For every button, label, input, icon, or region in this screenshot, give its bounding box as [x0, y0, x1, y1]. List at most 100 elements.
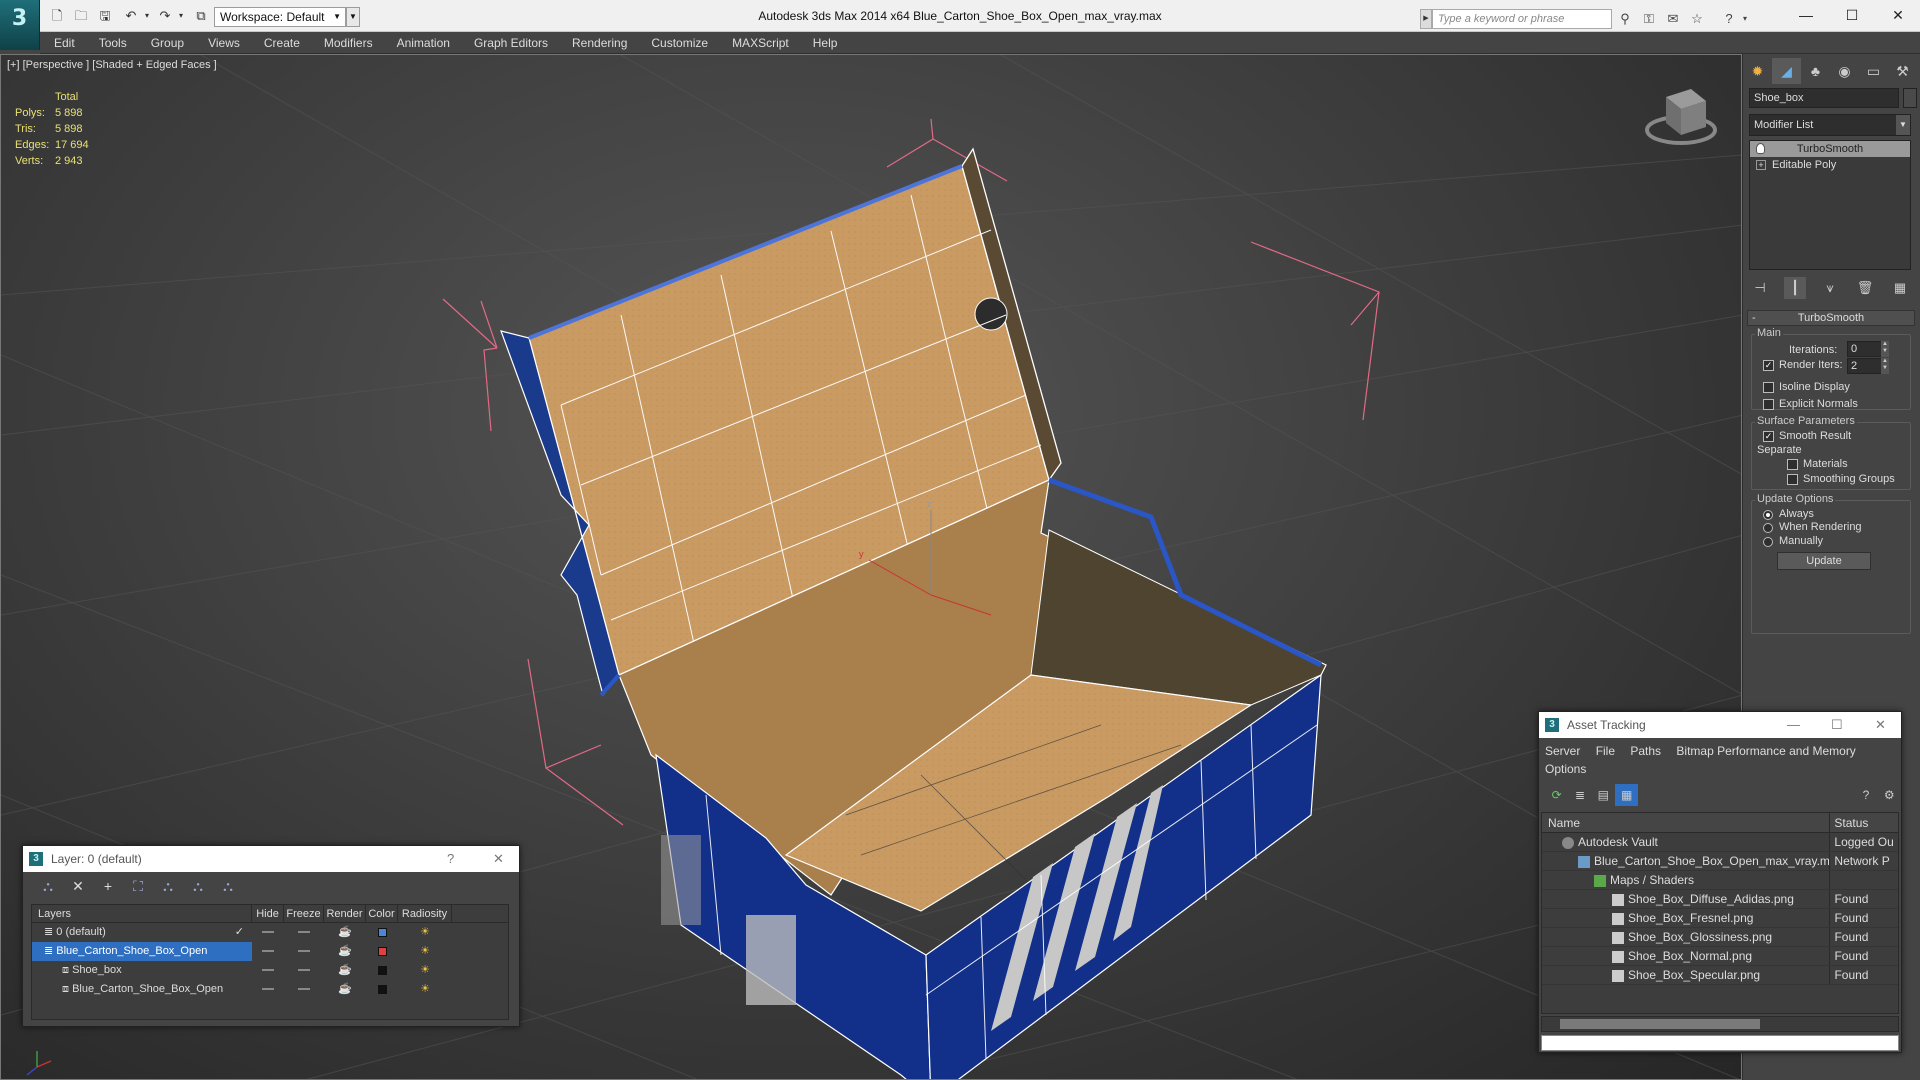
column-header[interactable]: Layers — [32, 905, 252, 922]
subscription-icon[interactable]: ⚿ — [1640, 11, 1658, 27]
modify-tab-icon[interactable]: ◢ — [1772, 58, 1801, 84]
turbosmooth-rollout-header[interactable]: - TurboSmooth — [1747, 310, 1915, 326]
render-iters-checkbox[interactable]: ✓ — [1763, 360, 1774, 371]
smooth-result-checkbox[interactable]: ✓ — [1763, 431, 1774, 442]
render-teapot-icon[interactable]: ☕ — [324, 942, 366, 961]
create-tab-icon[interactable]: ✹ — [1743, 58, 1772, 84]
asset-row[interactable]: Maps / Shaders — [1542, 871, 1898, 890]
minimize-icon[interactable]: — — [1787, 712, 1800, 738]
layer-color-swatch[interactable] — [377, 927, 387, 937]
maximize-button[interactable]: ☐ — [1832, 4, 1872, 26]
viewport-label[interactable]: [+] [Perspective ] [Shaded + Edged Faces… — [7, 59, 217, 71]
menu-animation[interactable]: Animation — [397, 36, 450, 50]
update-button[interactable]: Update — [1777, 552, 1871, 570]
table-view-icon[interactable]: ▦ — [1614, 784, 1639, 806]
radiosity-icon[interactable]: ☀ — [398, 923, 452, 942]
layer-dialog-titlebar[interactable]: 3 Layer: 0 (default) ? ✕ — [23, 846, 519, 872]
menu-file[interactable]: File — [1596, 744, 1615, 758]
hide-toggle[interactable] — [262, 988, 274, 991]
layer-row[interactable]: ⧈ Blue_Carton_Shoe_Box_Open ☕ ☀ — [32, 980, 508, 999]
asset-dialog-titlebar[interactable]: 3 Asset Tracking — ☐ ✕ — [1539, 712, 1901, 738]
asset-row[interactable]: Autodesk Vault Logged Ou — [1542, 833, 1898, 852]
spinner-arrows-icon[interactable]: ▲ ▼ — [1881, 341, 1889, 357]
help-dropdown-icon[interactable]: ▾ — [1736, 11, 1754, 27]
render-iters-spinner[interactable]: 2 ▲ ▼ — [1847, 358, 1889, 374]
settings-icon[interactable]: ⚙ — [1878, 784, 1901, 806]
freeze-toggle[interactable] — [298, 969, 310, 972]
remove-modifier-icon[interactable]: 🗑 — [1854, 277, 1876, 299]
show-end-result-icon[interactable]: ┃ — [1784, 277, 1806, 299]
menu-edit[interactable]: Edit — [54, 36, 75, 50]
asset-row[interactable]: Shoe_Box_Diffuse_Adidas.png Found — [1542, 890, 1898, 909]
object-name-field[interactable]: Shoe_box — [1749, 88, 1899, 108]
close-icon[interactable]: ✕ — [1875, 712, 1886, 738]
menu-create[interactable]: Create — [264, 36, 300, 50]
layer-select-objects-icon[interactable]: ⛶ — [123, 878, 153, 895]
scrollbar-thumb[interactable] — [1560, 1019, 1760, 1029]
column-header[interactable]: Freeze — [284, 905, 324, 922]
menu-modifiers[interactable]: Modifiers — [324, 36, 373, 50]
infocenter-expand-icon[interactable]: ▶ — [1420, 9, 1432, 29]
asset-row[interactable]: Blue_Carton_Shoe_Box_Open_max_vray.max Ne… — [1542, 852, 1898, 871]
column-header[interactable]: Color — [366, 905, 398, 922]
radiosity-icon[interactable]: ☀ — [398, 980, 452, 999]
stack-item-turbosmooth[interactable]: TurboSmooth — [1750, 141, 1910, 157]
menu-maxscript[interactable]: MAXScript — [732, 36, 789, 50]
freeze-toggle[interactable] — [298, 950, 310, 953]
menu-graph-editors[interactable]: Graph Editors — [474, 36, 548, 50]
column-header-name[interactable]: Name — [1542, 813, 1831, 832]
layer-color-swatch[interactable] — [377, 965, 387, 975]
layer-freeze-all-icon[interactable]: ⛬ — [213, 878, 243, 895]
modifier-list-dropdown[interactable]: Modifier List ▼ — [1749, 114, 1911, 136]
expand-plus-icon[interactable]: + — [1756, 160, 1766, 170]
menu-server[interactable]: Server — [1545, 744, 1580, 758]
stack-item-editable-poly[interactable]: + Editable Poly — [1750, 157, 1910, 173]
layer-color-swatch[interactable] — [377, 984, 387, 994]
render-teapot-icon[interactable]: ☕ — [324, 923, 366, 942]
column-header-status[interactable]: Status — [1830, 813, 1898, 832]
smoothing-groups-checkbox[interactable] — [1787, 474, 1798, 485]
menu-views[interactable]: Views — [208, 36, 240, 50]
refresh-icon[interactable]: ⟳ — [1545, 784, 1568, 806]
menu-help[interactable]: Help — [813, 36, 838, 50]
radiosity-icon[interactable]: ☀ — [398, 942, 452, 961]
layer-highlight-icon[interactable]: ⛬ — [153, 878, 183, 895]
help-button[interactable]: ? — [447, 846, 454, 872]
horizontal-scrollbar[interactable] — [1541, 1016, 1899, 1032]
asset-row[interactable]: Shoe_Box_Fresnel.png Found — [1542, 909, 1898, 928]
materials-checkbox[interactable] — [1787, 459, 1798, 470]
spinner-arrows-icon[interactable]: ▲ ▼ — [1881, 358, 1889, 374]
layer-color-swatch[interactable] — [377, 946, 387, 956]
layer-row[interactable]: ≣ Blue_Carton_Shoe_Box_Open ☕ ☀ — [32, 942, 508, 961]
list-view-icon[interactable]: ≣ — [1568, 784, 1591, 806]
hide-toggle[interactable] — [262, 931, 274, 934]
binoculars-icon[interactable]: ⚲ — [1616, 11, 1634, 27]
help-icon[interactable]: ? — [1854, 784, 1877, 806]
freeze-toggle[interactable] — [298, 988, 310, 991]
utilities-tab-icon[interactable]: ⚒ — [1888, 58, 1917, 84]
radiosity-icon[interactable]: ☀ — [398, 961, 452, 980]
close-button[interactable]: ✕ — [1878, 4, 1918, 26]
explicit-normals-checkbox[interactable] — [1763, 399, 1774, 410]
light-bulb-icon[interactable] — [1756, 143, 1765, 154]
when-rendering-radio[interactable] — [1763, 523, 1773, 533]
menu-tools[interactable]: Tools — [99, 36, 127, 50]
always-radio[interactable] — [1763, 510, 1773, 520]
motion-tab-icon[interactable]: ◉ — [1830, 58, 1859, 84]
menu-paths[interactable]: Paths — [1630, 744, 1661, 758]
layer-row[interactable]: ⧈ Shoe_box ☕ ☀ — [32, 961, 508, 980]
app-logo-icon[interactable]: 3 — [0, 0, 40, 50]
column-header[interactable]: Hide — [252, 905, 284, 922]
menu-options[interactable]: Options — [1545, 762, 1586, 776]
iterations-spinner[interactable]: 0 ▲ ▼ — [1847, 341, 1889, 357]
layer-row[interactable]: ≣ 0 (default) ✓ ☕ ☀ — [32, 923, 508, 942]
column-header[interactable]: Radiosity — [398, 905, 452, 922]
hierarchy-tab-icon[interactable]: ♣ — [1801, 58, 1830, 84]
display-tab-icon[interactable]: ▭ — [1859, 58, 1888, 84]
asset-row[interactable]: Shoe_Box_Normal.png Found — [1542, 947, 1898, 966]
asset-row[interactable]: Shoe_Box_Glossiness.png Found — [1542, 928, 1898, 947]
menu-customize[interactable]: Customize — [651, 36, 708, 50]
render-teapot-icon[interactable]: ☕ — [324, 980, 366, 999]
search-input[interactable]: Type a keyword or phrase — [1432, 9, 1612, 29]
make-unique-icon[interactable]: ⩛ — [1819, 277, 1841, 299]
